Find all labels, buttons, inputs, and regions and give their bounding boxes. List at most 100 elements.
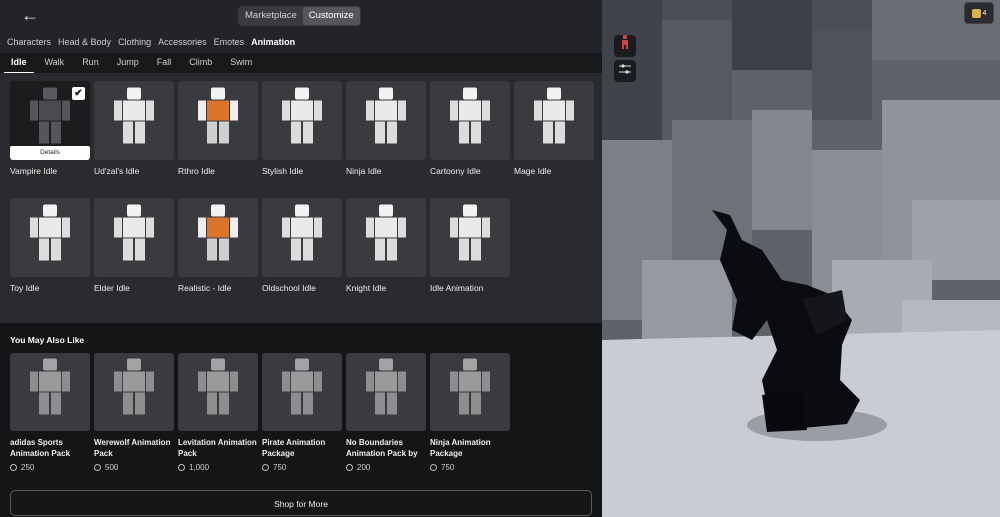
item-thumbnail[interactable] (94, 81, 174, 160)
subtab-walk[interactable]: Walk (38, 53, 72, 74)
recommendation-card[interactable]: adidas Sports Animation Pack 250 (10, 353, 90, 472)
subtab-idle[interactable]: Idle (4, 53, 34, 74)
item-thumbnail[interactable] (346, 81, 426, 160)
scene-background (602, 0, 1000, 517)
item-card[interactable]: ✔ Details Vampire Idle (10, 81, 90, 177)
item-thumbnail[interactable] (514, 81, 594, 160)
category-emotes[interactable]: Emotes (207, 31, 245, 53)
subtab-climb[interactable]: Climb (182, 53, 219, 74)
subtab-jump[interactable]: Jump (110, 53, 146, 74)
item-thumbnail[interactable] (262, 81, 342, 160)
avatar-figure-icon (196, 204, 240, 271)
item-name: Knight Idle (346, 283, 387, 293)
price-value: 250 (21, 463, 35, 472)
tab-customize[interactable]: Customize (302, 7, 360, 25)
recommendation-thumbnail[interactable] (178, 353, 258, 431)
item-name: Elder Idle (94, 283, 130, 293)
category-characters[interactable]: Characters (0, 31, 51, 53)
category-head-body[interactable]: Head & Body (51, 31, 111, 53)
avatar-figure-icon (364, 358, 408, 426)
recommendation-card[interactable]: Werewolf Animation Pack 500 (94, 353, 174, 472)
recommendation-thumbnail[interactable] (10, 353, 90, 431)
robux-icon (178, 464, 185, 471)
avatar-figure-icon (196, 358, 240, 426)
recommendation-thumbnail[interactable] (94, 353, 174, 431)
item-thumbnail[interactable] (94, 198, 174, 277)
item-name: Ud'zal's Idle (94, 166, 140, 176)
subtab-swim[interactable]: Swim (223, 53, 259, 74)
mode-switch: Marketplace Customize (238, 6, 361, 26)
item-card[interactable]: Elder Idle (94, 198, 174, 294)
subtab-run[interactable]: Run (75, 53, 106, 74)
price: 250 (10, 463, 90, 472)
recommendation-name: Werewolf Animation Pack (94, 438, 171, 458)
item-name: Stylish Idle (262, 166, 304, 176)
shop-for-more-button[interactable]: Shop for More (10, 490, 592, 516)
item-card[interactable]: Knight Idle (346, 198, 426, 294)
item-card[interactable]: Stylish Idle (262, 81, 342, 177)
recommendation-name: Pirate Animation Package (262, 438, 326, 458)
recommendation-card[interactable]: Pirate Animation Package 750 (262, 353, 342, 472)
item-name: Realistic - Idle (178, 283, 232, 293)
category-clothing[interactable]: Clothing (111, 31, 151, 53)
item-card[interactable]: Idle Animation (430, 198, 510, 294)
price: 1,000 (178, 463, 258, 472)
robux-icon (94, 464, 101, 471)
avatar-icon[interactable] (614, 35, 636, 57)
item-name: Ninja Idle (346, 166, 382, 176)
top-bar: ← Marketplace Customize (0, 0, 602, 32)
avatar-figure-icon (112, 204, 156, 271)
sliders-icon[interactable] (614, 60, 636, 82)
subtab-fall[interactable]: Fall (150, 53, 179, 74)
item-thumbnail[interactable]: ✔ Details (10, 81, 90, 160)
item-thumbnail[interactable] (430, 81, 510, 160)
avatar-figure-icon (364, 87, 408, 154)
item-thumbnail[interactable] (430, 198, 510, 277)
recommendation-card[interactable]: Ninja Animation Package 750 (430, 353, 510, 472)
item-thumbnail[interactable] (262, 198, 342, 277)
item-card[interactable]: Rthro Idle (178, 81, 258, 177)
recommendation-name: No Boundaries Animation Pack by (346, 438, 418, 458)
item-name: Oldschool Idle (262, 283, 316, 293)
subcategory-bar: Idle Walk Run Jump Fall Climb Swim (0, 53, 602, 74)
recommendation-thumbnail[interactable] (346, 353, 426, 431)
recommendations-section: You May Also Like adidas Sports Animatio… (0, 323, 602, 517)
item-card[interactable]: Ninja Idle (346, 81, 426, 177)
avatar-figure-icon (364, 204, 408, 271)
price-value: 750 (273, 463, 287, 472)
category-animation[interactable]: Animation (244, 31, 295, 53)
avatar-figure-icon (112, 358, 156, 426)
robux-icon (10, 464, 17, 471)
item-thumbnail[interactable] (346, 198, 426, 277)
item-thumbnail[interactable] (10, 198, 90, 277)
item-thumbnail[interactable] (178, 81, 258, 160)
recommendation-thumbnail[interactable] (430, 353, 510, 431)
item-card[interactable]: Oldschool Idle (262, 198, 342, 294)
price-value: 200 (357, 463, 371, 472)
item-card[interactable]: Toy Idle (10, 198, 90, 294)
back-button[interactable]: ← (18, 5, 42, 25)
price: 200 (346, 463, 426, 472)
category-accessories[interactable]: Accessories (151, 31, 207, 53)
avatar-viewport[interactable]: 4 (602, 0, 1000, 517)
robux-balance[interactable]: 4 (964, 2, 994, 24)
price-value: 500 (105, 463, 119, 472)
item-name: Cartoony Idle (430, 166, 481, 176)
recommendation-name: adidas Sports Animation Pack (10, 438, 71, 458)
item-card[interactable]: Ud'zal's Idle (94, 81, 174, 177)
item-thumbnail[interactable] (178, 198, 258, 277)
recommendation-card[interactable]: Levitation Animation Pack 1,000 (178, 353, 258, 472)
details-button[interactable]: Details (10, 146, 90, 160)
item-card[interactable]: Mage Idle (514, 81, 594, 177)
checkmark-icon[interactable]: ✔ (72, 87, 85, 100)
recommendation-card[interactable]: No Boundaries Animation Pack by 200 (346, 353, 426, 472)
recommendation-name: Levitation Animation Pack (178, 438, 257, 458)
item-card[interactable]: Realistic - Idle (178, 198, 258, 294)
avatar-figure-icon (112, 87, 156, 154)
avatar-figure-icon (280, 204, 324, 271)
tab-marketplace[interactable]: Marketplace (239, 7, 303, 25)
robux-icon (262, 464, 269, 471)
recommendation-thumbnail[interactable] (262, 353, 342, 431)
recommendations-title: You May Also Like (10, 335, 85, 345)
item-card[interactable]: Cartoony Idle (430, 81, 510, 177)
